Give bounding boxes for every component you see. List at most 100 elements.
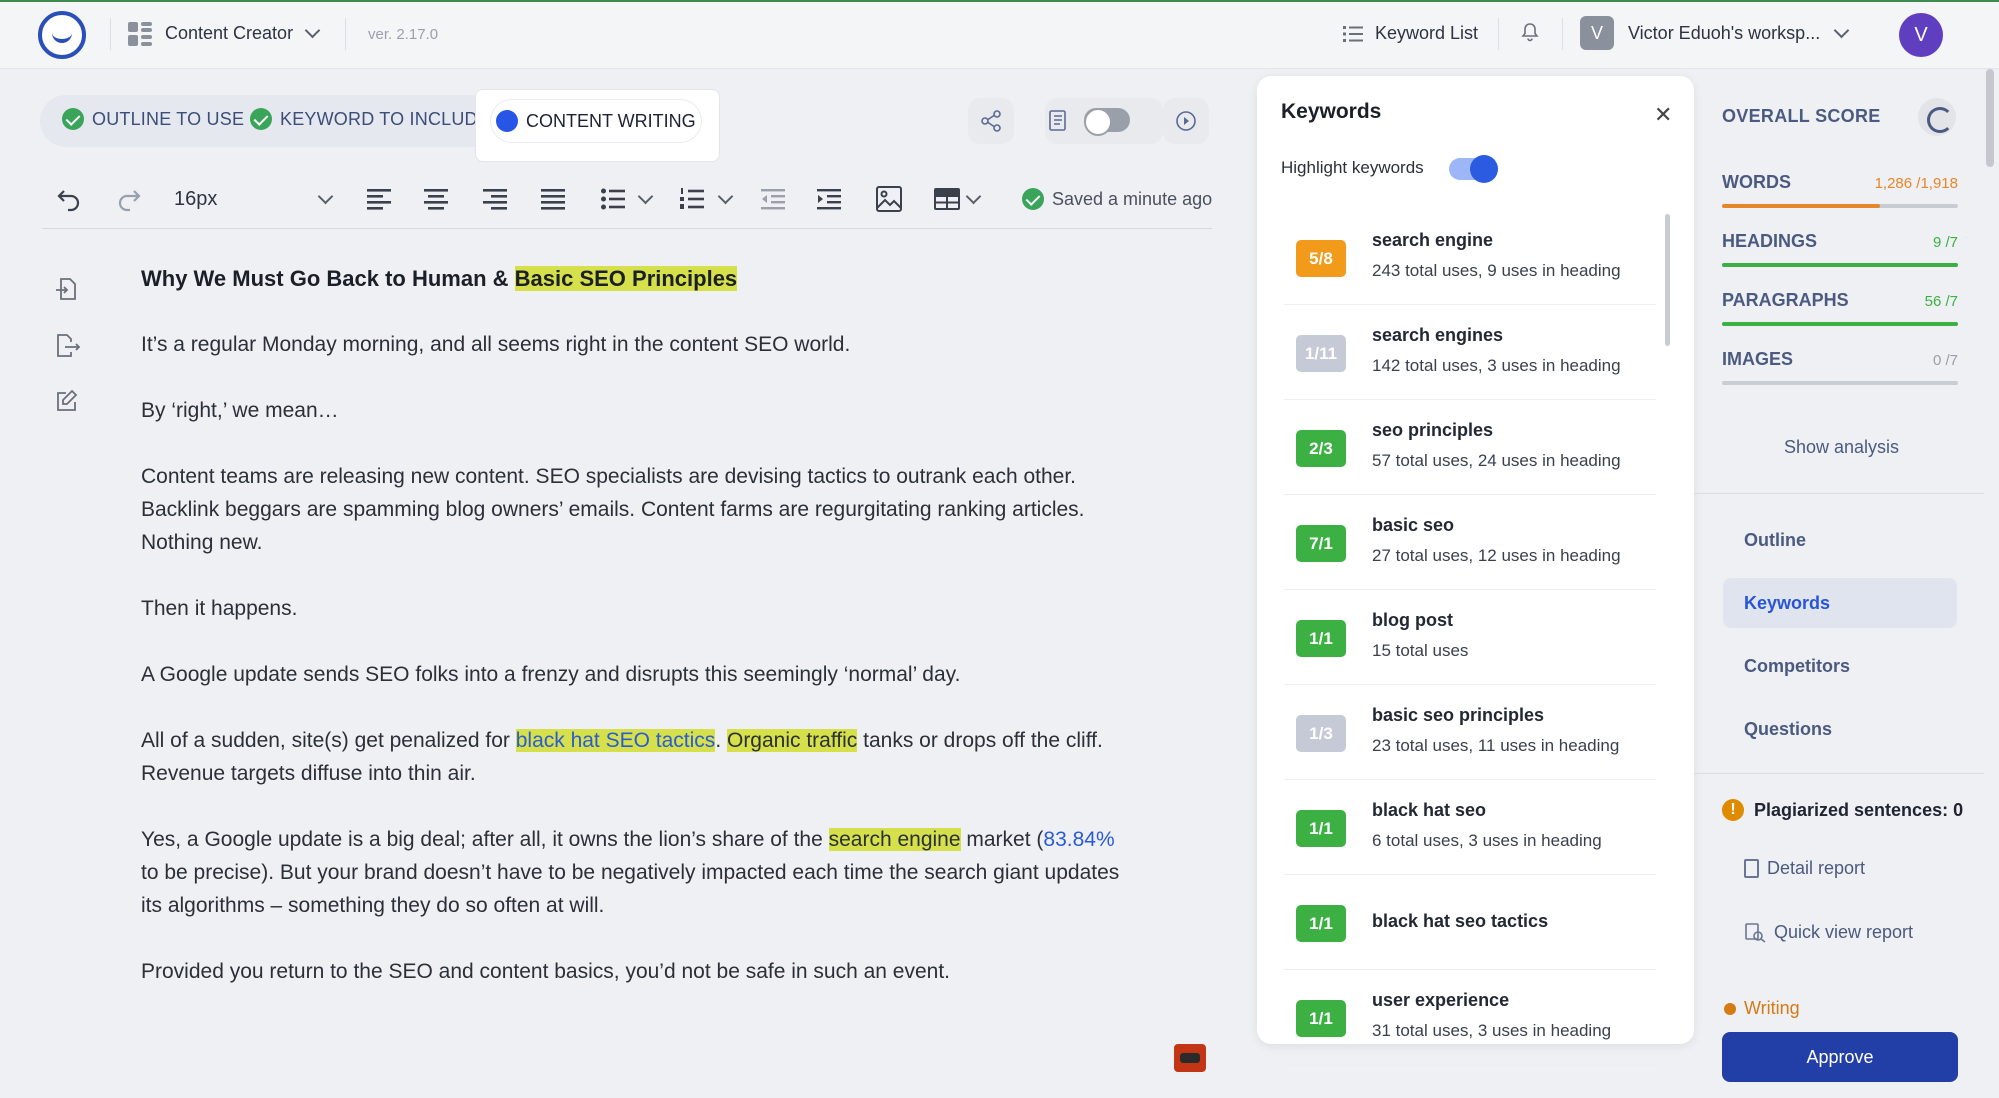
keyword-usage: 142 total uses, 3 uses in heading	[1372, 356, 1621, 375]
keyword-list-button[interactable]: Keyword List	[1343, 23, 1478, 44]
active-dot-icon	[496, 110, 518, 132]
chevron-down-icon[interactable]	[965, 188, 982, 205]
keyword-usage: 31 total uses, 3 uses in heading	[1372, 1021, 1612, 1040]
bell-icon[interactable]	[1521, 22, 1539, 42]
text: .	[715, 729, 727, 752]
bullet-list-icon[interactable]	[601, 188, 627, 210]
paragraph: Yes, a Google update is a big deal; afte…	[141, 823, 1131, 922]
step-label: CONTENT WRITING	[526, 110, 696, 131]
keyword-row[interactable]: 1/11 search engines 142 total uses, 3 uses…	[1284, 305, 1656, 400]
title-text: Why We Must Go Back to Human &	[141, 266, 515, 291]
keyword-usage: 27 total uses, 12 uses in heading	[1372, 546, 1621, 565]
show-analysis-link[interactable]: Show analysis	[1784, 437, 1899, 458]
align-justify-icon[interactable]	[541, 188, 567, 210]
step-keyword[interactable]: KEYWORD TO INCLUDE	[250, 108, 490, 130]
check-circle-icon	[62, 108, 84, 130]
document-body[interactable]: Why We Must Go Back to Human & Basic SEO…	[141, 262, 1131, 1021]
align-center-icon[interactable]	[424, 188, 450, 210]
keyword-row[interactable]: 2/3 seo principles 57 total uses, 24 uses …	[1284, 400, 1656, 495]
metric-progress-fill	[1722, 322, 1958, 326]
keyword-row[interactable]: 7/1 basic seo 27 total uses, 12 uses in he…	[1284, 495, 1656, 590]
paragraph: It’s a regular Monday morning, and all s…	[141, 333, 851, 356]
plagiarism-label: Plagiarized sentences: 0	[1754, 799, 1964, 820]
numbered-list-icon[interactable]	[680, 188, 706, 210]
keyword-count-badge: 1/1	[1296, 1000, 1346, 1037]
keyword-count-badge: 1/3	[1296, 715, 1346, 752]
keyword-row[interactable]: 1/1 user experience 31 total uses, 3 uses …	[1284, 970, 1656, 1065]
export-icon[interactable]	[55, 333, 81, 359]
text: All of a sudden, site(s) get penalized f…	[141, 729, 516, 752]
outdent-icon[interactable]	[761, 188, 787, 210]
keyword-row[interactable]: 1/1 black hat seo 6 total uses, 3 uses in …	[1284, 780, 1656, 875]
font-size-value[interactable]: 16px	[174, 188, 217, 211]
avatar[interactable]: V	[1899, 13, 1943, 57]
record-icon[interactable]	[1174, 1044, 1206, 1072]
nav-item-questions[interactable]: Questions	[1744, 719, 1832, 740]
share-button[interactable]	[968, 98, 1014, 144]
nav-item-outline[interactable]: Outline	[1744, 530, 1806, 551]
keyword-name: blog post	[1372, 610, 1453, 630]
redo-icon[interactable]	[116, 186, 142, 212]
step-outline[interactable]: OUTLINE TO USE	[62, 108, 244, 130]
table-icon[interactable]	[934, 188, 960, 210]
keyword-name: search engines	[1372, 325, 1504, 345]
metric-progress-bar	[1722, 381, 1958, 385]
metric-label: IMAGES	[1722, 349, 1794, 369]
metric-value: 56 /7	[1924, 293, 1958, 310]
keyword-highlight: Organic traffic	[726, 729, 858, 752]
app-logo[interactable]	[38, 11, 86, 59]
keyword-count-badge: 1/1	[1296, 905, 1346, 942]
keyword-name: basic seo principles	[1372, 705, 1545, 725]
image-icon[interactable]	[876, 186, 902, 212]
keyword-count-badge: 1/1	[1296, 620, 1346, 657]
play-button[interactable]	[1163, 98, 1209, 144]
keyword-row[interactable]: 1/1 black hat seo tactics	[1284, 875, 1656, 970]
metric-label: WORDS	[1722, 172, 1791, 192]
layout-icon	[128, 22, 152, 46]
save-status-label: Saved a minute ago	[1052, 188, 1213, 209]
divider	[1498, 18, 1499, 50]
import-icon[interactable]	[55, 276, 79, 302]
nav-item-keywords[interactable]: Keywords	[1744, 593, 1830, 614]
divider	[1694, 493, 1984, 494]
paragraph: Then it happens.	[141, 597, 298, 620]
keyword-row[interactable]: 5/8 search engine 243 total uses, 9 uses i…	[1284, 210, 1656, 305]
link[interactable]: 83.84%	[1043, 828, 1114, 851]
paragraph: By ‘right,’ we mean…	[141, 399, 339, 422]
chevron-down-icon[interactable]	[317, 188, 334, 205]
metric-progress-fill	[1722, 263, 1958, 267]
undo-icon[interactable]	[56, 186, 82, 212]
divider	[110, 18, 111, 50]
nav-item-competitors[interactable]: Competitors	[1744, 656, 1850, 677]
align-right-icon[interactable]	[483, 188, 509, 210]
keyword-row[interactable]: 1/1 blog post 15 total uses	[1284, 590, 1656, 685]
step-content-writing[interactable]: CONTENT WRITING	[491, 100, 701, 142]
mode-selector[interactable]: Content Creator	[165, 22, 321, 44]
close-icon[interactable]: ✕	[1654, 102, 1672, 128]
indent-icon[interactable]	[817, 188, 843, 210]
workspace-icon: V	[1580, 16, 1614, 50]
keyword-count-badge: 2/3	[1296, 430, 1346, 467]
keyword-row[interactable]: 1/3 basic seo principles 23 total uses, 11…	[1284, 685, 1656, 780]
link-highlight[interactable]: black hat SEO tactics	[515, 729, 716, 752]
highlight-toggle[interactable]	[1449, 155, 1498, 183]
page-scrollbar[interactable]	[1986, 69, 1994, 167]
paragraph: Provided you return to the SEO and conte…	[141, 960, 951, 983]
align-left-icon[interactable]	[367, 188, 393, 210]
detail-report-link[interactable]: Detail report	[1744, 858, 1865, 879]
edit-icon[interactable]	[55, 389, 79, 413]
document-title: Why We Must Go Back to Human & Basic SEO…	[141, 262, 1131, 295]
detail-report-label: Detail report	[1767, 858, 1866, 878]
step-label: KEYWORD TO INCLUDE	[280, 108, 490, 129]
chevron-down-icon[interactable]	[637, 188, 654, 205]
scrollbar[interactable]	[1665, 214, 1670, 346]
metric-value: 1,286 /1,918	[1874, 175, 1958, 192]
chevron-down-icon[interactable]	[717, 188, 734, 205]
quick-view-report-link[interactable]: Quick view report	[1744, 922, 1913, 943]
text: market (	[960, 828, 1044, 851]
workspace-selector[interactable]: Victor Eduoh's worksp...	[1628, 22, 1850, 44]
view-toggle[interactable]	[1084, 108, 1130, 136]
book-icon[interactable]	[1048, 110, 1068, 132]
play-circle-icon	[1176, 111, 1196, 131]
approve-button[interactable]: Approve	[1722, 1032, 1958, 1082]
